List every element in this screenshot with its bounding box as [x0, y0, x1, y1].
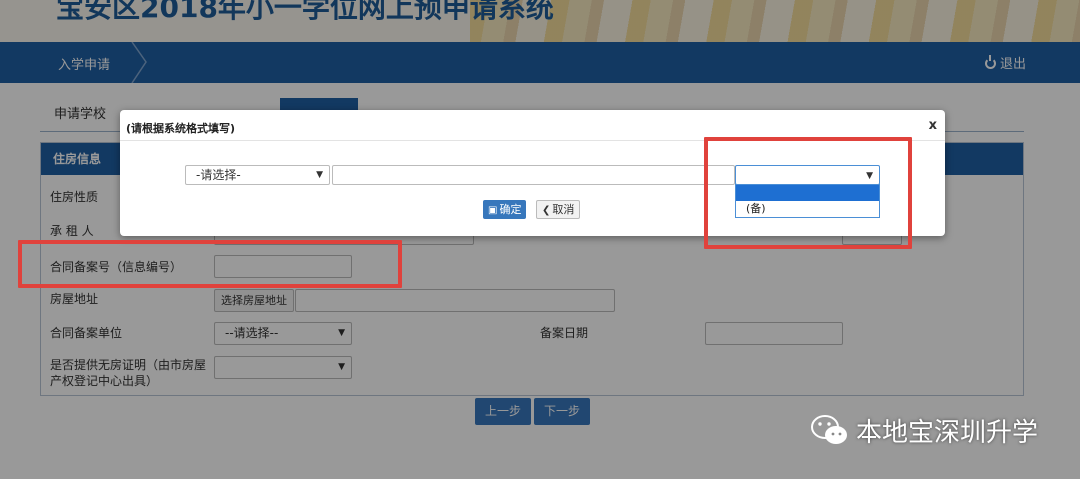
cancel-label: 取消 [552, 203, 575, 216]
confirm-label: 确定 [499, 203, 522, 216]
close-icon[interactable]: x [929, 118, 937, 133]
modal-number-input[interactable] [332, 165, 735, 185]
modal-title: (请根据系统格式填写) [126, 122, 236, 135]
save-icon: ▣ [488, 205, 498, 216]
chevron-left-icon: ❮ [542, 205, 551, 216]
chevron-down-icon: ▼ [316, 170, 323, 180]
modal-type-select[interactable]: -请选择- ▼ [185, 165, 330, 185]
wechat-icon [811, 415, 847, 444]
modal-type-value: -请选择- [196, 168, 241, 182]
highlight-box-contract-no [18, 240, 402, 288]
highlight-box-dropdown [704, 137, 912, 249]
watermark: 本地宝深圳升学 [810, 408, 1060, 448]
watermark-text: 本地宝深圳升学 [856, 418, 1039, 448]
confirm-button[interactable]: ▣ 确定 [483, 200, 527, 219]
cancel-button[interactable]: ❮ 取消 [536, 200, 581, 219]
